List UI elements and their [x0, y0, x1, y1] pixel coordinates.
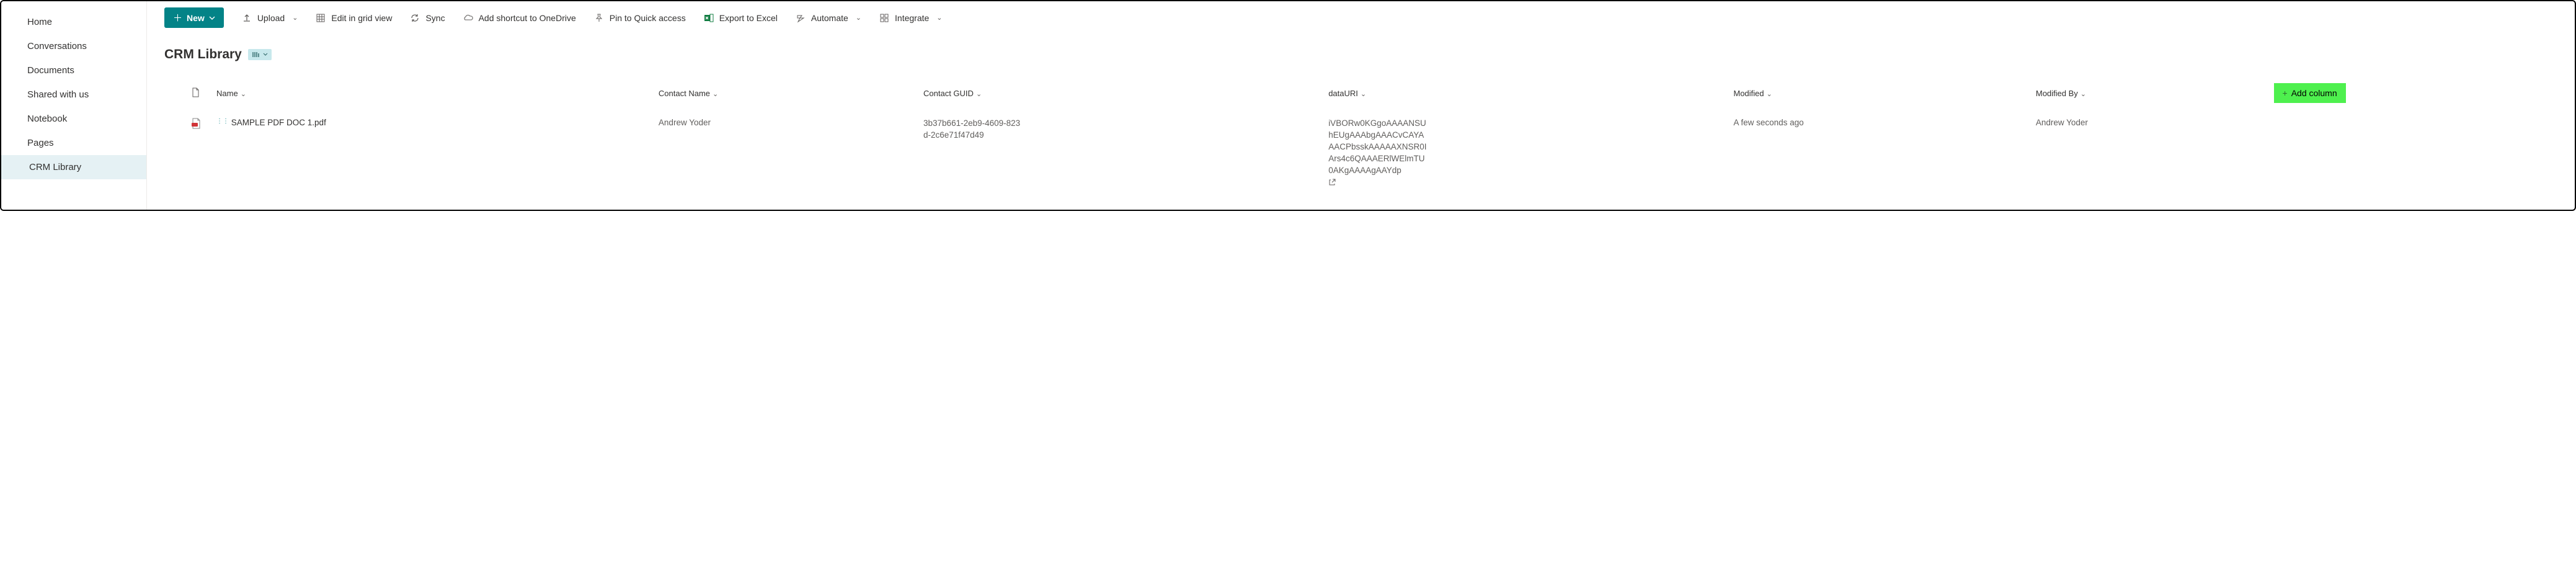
sync-label: Sync: [425, 13, 445, 23]
header-row: Name⌄ Contact Name⌄ Contact GUID⌄ dataUR…: [147, 77, 2575, 109]
data-uri-cell: iVBORw0KGgoAAAANSUhEUgAAAbgAAACvCAYAAACP…: [1321, 109, 1726, 190]
upload-button[interactable]: Upload ⌄: [241, 12, 298, 24]
modified-header[interactable]: Modified⌄: [1726, 77, 2028, 109]
main-panel: ＋ New Upload ⌄ Edit in grid view: [147, 1, 2575, 210]
plus-icon: ＋: [173, 11, 182, 24]
sidebar-item-conversations[interactable]: Conversations: [1, 34, 146, 58]
edit-grid-button[interactable]: Edit in grid view: [315, 12, 392, 24]
automate-icon: [795, 12, 806, 24]
modified-by-header[interactable]: Modified By⌄: [2028, 77, 2267, 109]
modified-cell: A few seconds ago: [1726, 109, 2028, 190]
automate-button[interactable]: Automate ⌄: [795, 12, 861, 24]
library-header: CRM Library: [147, 35, 2575, 66]
integrate-button[interactable]: Integrate ⌄: [879, 12, 942, 24]
table-row[interactable]: ⋮⋮ SAMPLE PDF DOC 1.pdf Andrew Yoder 3b3…: [147, 109, 2575, 190]
export-excel-label: Export to Excel: [719, 13, 778, 23]
contact-name-cell: Andrew Yoder: [651, 109, 916, 190]
sidebar-item-documents[interactable]: Documents: [1, 58, 146, 83]
add-shortcut-label: Add shortcut to OneDrive: [479, 13, 576, 23]
sidebar: Home Conversations Documents Shared with…: [1, 1, 147, 210]
pin-button[interactable]: Pin to Quick access: [593, 12, 686, 24]
pin-label: Pin to Quick access: [610, 13, 686, 23]
chevron-down-icon: ⌄: [936, 14, 942, 22]
data-uri-header[interactable]: dataURI⌄: [1321, 77, 1726, 109]
sidebar-item-home[interactable]: Home: [1, 10, 146, 34]
select-col-header: [147, 77, 183, 109]
pdf-icon: [190, 118, 202, 129]
add-column-header[interactable]: +Add column: [2267, 77, 2575, 109]
sidebar-item-pages[interactable]: Pages: [1, 131, 146, 155]
chevron-down-icon: ⌄: [2081, 91, 2086, 98]
chevron-down-icon: ⌄: [292, 14, 298, 22]
name-cell[interactable]: ⋮⋮ SAMPLE PDF DOC 1.pdf: [209, 109, 651, 190]
upload-label: Upload: [257, 13, 285, 23]
chevron-down-icon: [263, 52, 268, 57]
chevron-down-icon: ⌄: [713, 91, 718, 98]
command-bar: ＋ New Upload ⌄ Edit in grid view: [147, 1, 2575, 35]
chevron-down-icon: ⌄: [1361, 91, 1366, 98]
pin-icon: [593, 12, 605, 24]
integrate-label: Integrate: [895, 13, 929, 23]
contact-guid-cell: 3b37b661-2eb9-4609-823d-2c6e71f47d49: [916, 109, 1321, 190]
sidebar-item-shared[interactable]: Shared with us: [1, 83, 146, 107]
sidebar-item-crm-library[interactable]: CRM Library: [1, 155, 146, 179]
open-external-icon[interactable]: [1328, 179, 1336, 188]
chevron-down-icon: ⌄: [976, 91, 982, 98]
chevron-down-icon: ⌄: [856, 14, 861, 22]
sidebar-item-notebook[interactable]: Notebook: [1, 107, 146, 131]
empty-cell: [2267, 109, 2575, 190]
add-shortcut-button[interactable]: Add shortcut to OneDrive: [463, 12, 576, 24]
library-view-icon: [252, 50, 260, 59]
document-table: Name⌄ Contact Name⌄ Contact GUID⌄ dataUR…: [147, 77, 2575, 190]
chevron-down-icon: ⌄: [1767, 91, 1772, 98]
integrate-icon: [879, 12, 890, 24]
contact-name-header[interactable]: Contact Name⌄: [651, 77, 916, 109]
excel-icon: [703, 12, 714, 24]
sync-button[interactable]: Sync: [409, 12, 445, 24]
upload-icon: [241, 12, 252, 24]
contact-guid-header[interactable]: Contact GUID⌄: [916, 77, 1321, 109]
name-header[interactable]: Name⌄: [209, 77, 651, 109]
grid-icon: [315, 12, 326, 24]
export-excel-button[interactable]: Export to Excel: [703, 12, 778, 24]
library-title: CRM Library: [164, 47, 242, 62]
new-button[interactable]: ＋ New: [164, 7, 224, 28]
new-indicator-icon: ⋮⋮: [216, 118, 229, 125]
doc-icon-header[interactable]: [183, 77, 209, 109]
modified-by-cell: Andrew Yoder: [2028, 109, 2267, 190]
new-button-label: New: [187, 13, 205, 23]
chevron-down-icon: [209, 13, 215, 23]
plus-icon: +: [2283, 88, 2288, 98]
add-column-label: Add column: [2291, 88, 2337, 98]
chevron-down-icon: ⌄: [241, 91, 246, 98]
file-icon: [190, 87, 200, 97]
onedrive-icon: [463, 12, 474, 24]
view-selector[interactable]: [248, 49, 272, 60]
app-frame: Home Conversations Documents Shared with…: [0, 0, 2576, 211]
sync-icon: [409, 12, 420, 24]
file-type-cell: [183, 109, 209, 190]
edit-grid-label: Edit in grid view: [331, 13, 392, 23]
automate-label: Automate: [811, 13, 848, 23]
row-select-cell[interactable]: [147, 109, 183, 190]
